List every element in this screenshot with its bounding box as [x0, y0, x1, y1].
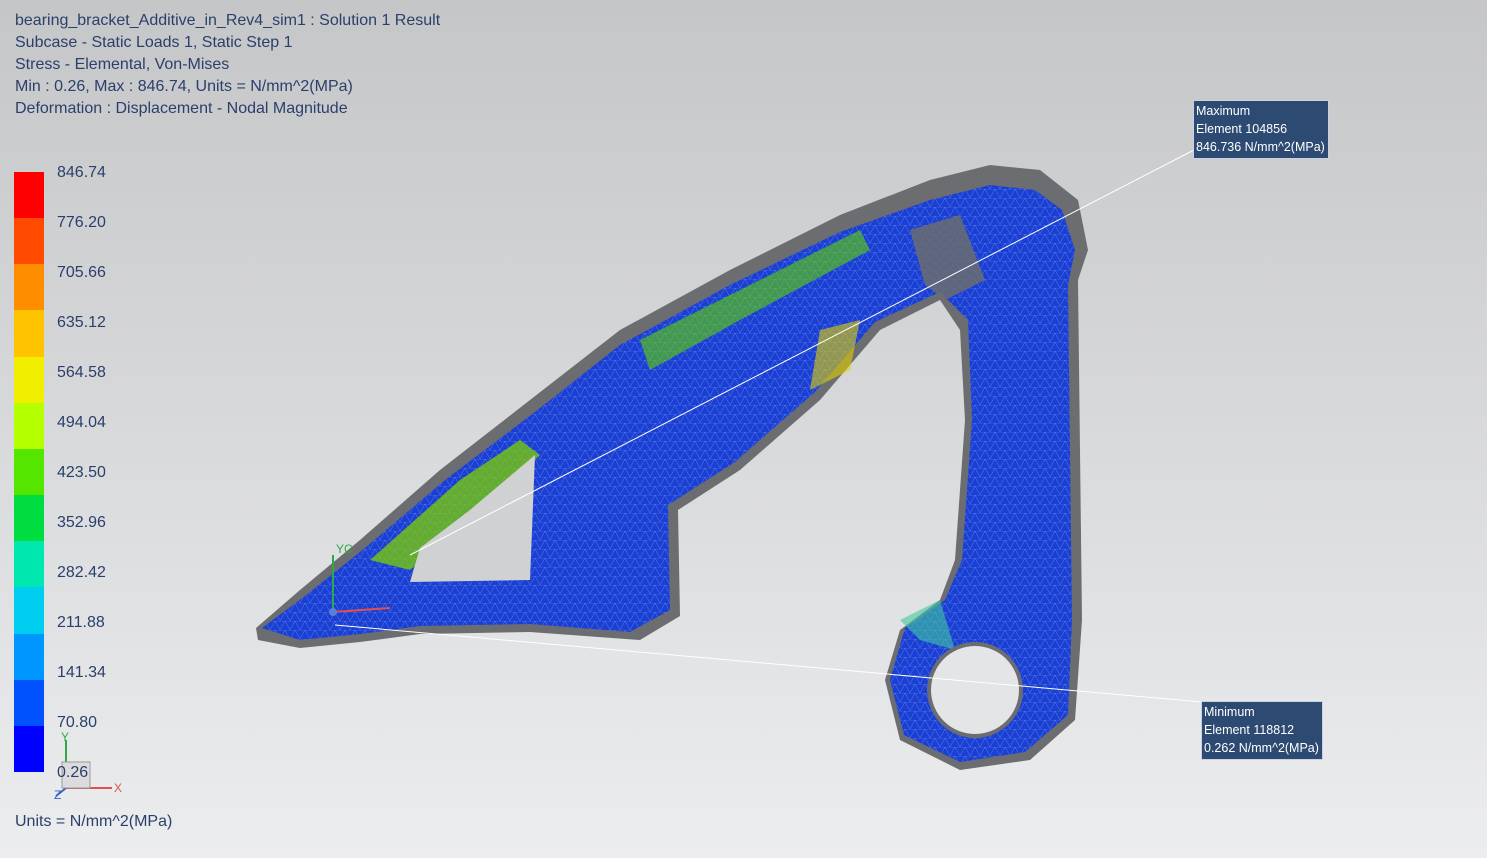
legend-color-segment [14, 218, 44, 265]
legend-color-segment [14, 725, 44, 773]
legend-tick: 0.26 [57, 764, 89, 781]
max-callout-title: Maximum [1196, 104, 1251, 118]
legend-color-segment [14, 541, 44, 588]
legend-color-segment [14, 356, 44, 403]
legend-color-segment [14, 172, 44, 219]
legend-color-segment [14, 402, 44, 449]
legend-tick: 564.58 [57, 364, 106, 381]
min-callout-title: Minimum [1204, 705, 1255, 719]
legend-tick: 70.80 [57, 714, 98, 731]
x-axis-label: X [114, 781, 123, 795]
max-callout-element: Element 104856 [1196, 122, 1288, 136]
legend-tick: 494.04 [57, 414, 106, 431]
legend-units: Units = N/mm^2(MPa) [15, 813, 173, 830]
legend-color-segment [14, 587, 44, 634]
maximum-callout[interactable]: Maximum Element 104856 846.736 N/mm^2(MP… [1193, 100, 1329, 159]
legend-color-bar [14, 172, 44, 773]
bracket-model [256, 165, 1088, 770]
y-axis-label: Y [61, 730, 70, 744]
legend-color-segment [14, 679, 44, 726]
max-callout-value: 846.736 N/mm^2(MPa) [1196, 140, 1325, 154]
z-axis-label: Z [54, 788, 62, 802]
legend-tick: 705.66 [57, 264, 106, 281]
legend-color-segment [14, 310, 44, 357]
legend-tick: 282.42 [57, 564, 106, 581]
legend-tick: 635.12 [57, 314, 106, 331]
legend-color-segment [14, 264, 44, 311]
min-callout-value: 0.262 N/mm^2(MPa) [1204, 741, 1319, 755]
yc-axis-label: YC [336, 542, 353, 556]
legend-color-segment [14, 633, 44, 680]
min-callout-element: Element 118812 [1204, 723, 1295, 737]
legend-color-segment [14, 495, 44, 542]
legend-tick: 211.88 [57, 614, 105, 631]
legend-tick: 352.96 [57, 514, 106, 531]
legend-color-segment [14, 448, 44, 496]
legend-tick: 423.50 [57, 464, 106, 481]
legend-tick: 846.74 [57, 164, 106, 181]
legend-tick: 141.34 [57, 664, 106, 681]
minimum-callout[interactable]: Minimum Element 118812 0.262 N/mm^2(MPa) [1201, 701, 1323, 760]
legend-tick: 776.20 [57, 214, 106, 231]
